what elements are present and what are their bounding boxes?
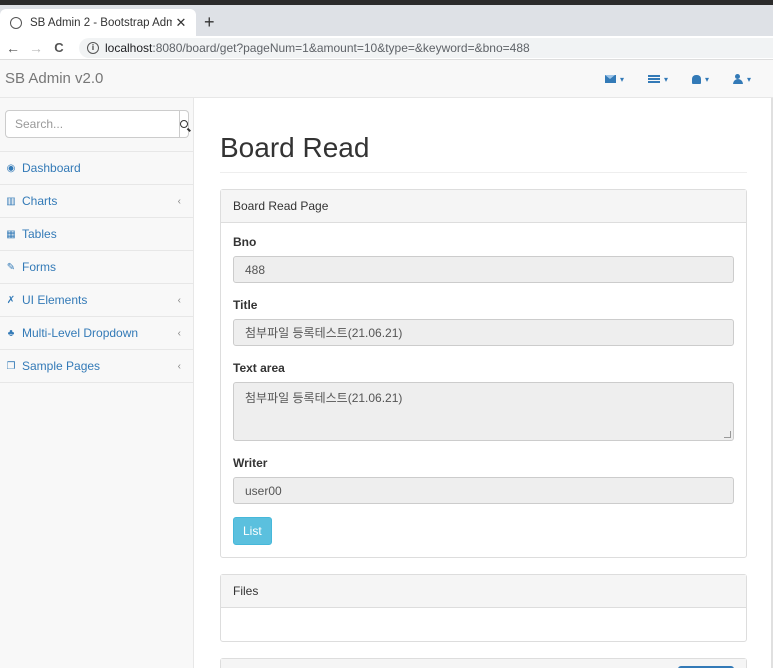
user-dropdown[interactable]: ▾	[732, 74, 751, 84]
reply-panel-heading	[221, 659, 746, 668]
sidebar-menu: ◉ Dashboard ▥ Charts ‹ ▦ Tables ✎ Forms …	[0, 152, 193, 383]
files-panel: Files	[220, 574, 747, 642]
content-text: 첨부파일 등록테스트(21.06.21)	[245, 391, 403, 405]
browser-tab[interactable]: SB Admin 2 - Bootstrap Admin ✕	[0, 9, 196, 36]
list-button[interactable]: List	[233, 517, 272, 545]
panel-body: Bno 488 Title 첨부파일 등록테스트(21.06.21) Text …	[221, 223, 746, 557]
reply-panel	[220, 658, 747, 668]
sidebar-item-tables[interactable]: ▦ Tables	[0, 218, 193, 251]
globe-icon	[10, 16, 22, 29]
files-icon: ❐	[6, 360, 16, 372]
sidebar: ◉ Dashboard ▥ Charts ‹ ▦ Tables ✎ Forms …	[0, 98, 194, 668]
back-button[interactable]: ←	[3, 40, 23, 56]
board-read-panel: Board Read Page Bno 488 Title 첨부파일 등록테스트…	[220, 189, 747, 558]
sidebar-item-label: Tables	[22, 227, 57, 241]
forward-button[interactable]: →	[26, 40, 46, 56]
sidebar-item-forms[interactable]: ✎ Forms	[0, 251, 193, 284]
sidebar-item-label: Forms	[22, 260, 56, 274]
sidebar-item-label: Charts	[22, 194, 58, 208]
browser-tab-bar: SB Admin 2 - Bootstrap Admin ✕ +	[0, 5, 773, 36]
edit-icon: ✎	[6, 261, 16, 273]
tasks-icon	[647, 75, 660, 83]
caret-down-icon: ▾	[619, 74, 624, 84]
sidebar-item-label: Sample Pages	[22, 359, 101, 373]
caret-down-icon: ▾	[746, 74, 751, 84]
site-info-icon[interactable]: i	[87, 41, 99, 54]
sidebar-item-sample-pages[interactable]: ❐ Sample Pages ‹	[0, 350, 193, 383]
sidebar-item-ui-elements[interactable]: ✗ UI Elements ‹	[0, 284, 193, 317]
dashboard-icon: ◉	[6, 162, 16, 174]
main-content: Board Read Board Read Page Bno 488 Title…	[194, 98, 773, 668]
content-textarea: 첨부파일 등록테스트(21.06.21)	[233, 382, 734, 441]
sidebar-item-label: Dashboard	[22, 161, 81, 175]
wrench-icon: ✗	[6, 294, 16, 306]
chevron-left-icon: ‹	[177, 360, 181, 372]
caret-down-icon: ▾	[704, 74, 709, 84]
files-heading: Files	[221, 575, 746, 608]
writer-field: user00	[233, 477, 734, 504]
sidebar-item-multi-level-dropdown[interactable]: ♣ Multi-Level Dropdown ‹	[0, 317, 193, 350]
close-tab-icon[interactable]: ✕	[172, 15, 190, 31]
tab-title: SB Admin 2 - Bootstrap Admin	[30, 16, 172, 29]
bno-field: 488	[233, 256, 734, 283]
content-label: Text area	[233, 361, 285, 375]
bar-chart-icon: ▥	[6, 195, 16, 207]
page-title: Board Read	[220, 132, 747, 173]
sidebar-item-charts[interactable]: ▥ Charts ‹	[0, 185, 193, 218]
files-list	[221, 608, 746, 641]
user-icon	[732, 74, 743, 84]
alerts-dropdown[interactable]: ▾	[691, 74, 709, 84]
url-field[interactable]: i localhost:8080/board/get?pageNum=1&amo…	[79, 37, 773, 58]
url-host: localhost	[105, 40, 153, 55]
sidebar-search	[0, 98, 193, 152]
search-icon	[180, 120, 188, 128]
bno-label: Bno	[233, 235, 257, 249]
new-tab-button[interactable]: +	[204, 12, 215, 33]
title-label: Title	[233, 298, 258, 312]
tasks-dropdown[interactable]: ▾	[647, 74, 668, 84]
search-input[interactable]	[5, 110, 180, 138]
chevron-left-icon: ‹	[177, 195, 181, 207]
reload-button[interactable]: C	[49, 40, 69, 55]
address-bar-row: ← → C i localhost:8080/board/get?pageNum…	[0, 36, 773, 60]
writer-label: Writer	[233, 456, 268, 470]
url-path: :8080/board/get?pageNum=1&amount=10&type…	[152, 40, 530, 55]
bell-icon	[691, 74, 701, 84]
navbar-icons: ▾ ▾ ▾ ▾	[581, 60, 751, 98]
sidebar-item-label: UI Elements	[22, 293, 88, 307]
brand-link[interactable]: SB Admin v2.0	[5, 70, 103, 87]
sidebar-item-label: Multi-Level Dropdown	[22, 326, 139, 340]
caret-down-icon: ▾	[663, 74, 668, 84]
chevron-left-icon: ‹	[177, 327, 181, 339]
table-icon: ▦	[6, 228, 16, 240]
app-navbar: SB Admin v2.0 ▾ ▾ ▾ ▾	[0, 60, 773, 98]
sitemap-icon: ♣	[7, 327, 15, 339]
resize-handle-icon[interactable]	[724, 431, 731, 438]
page-layout: ◉ Dashboard ▥ Charts ‹ ▦ Tables ✎ Forms …	[0, 98, 773, 668]
envelope-icon	[604, 75, 616, 83]
title-field: 첨부파일 등록테스트(21.06.21)	[233, 319, 734, 346]
search-group	[5, 110, 189, 138]
messages-dropdown[interactable]: ▾	[604, 74, 624, 84]
panel-heading: Board Read Page	[221, 190, 746, 223]
chevron-left-icon: ‹	[177, 294, 181, 306]
sidebar-item-dashboard[interactable]: ◉ Dashboard	[0, 152, 193, 185]
search-button[interactable]	[180, 110, 189, 138]
